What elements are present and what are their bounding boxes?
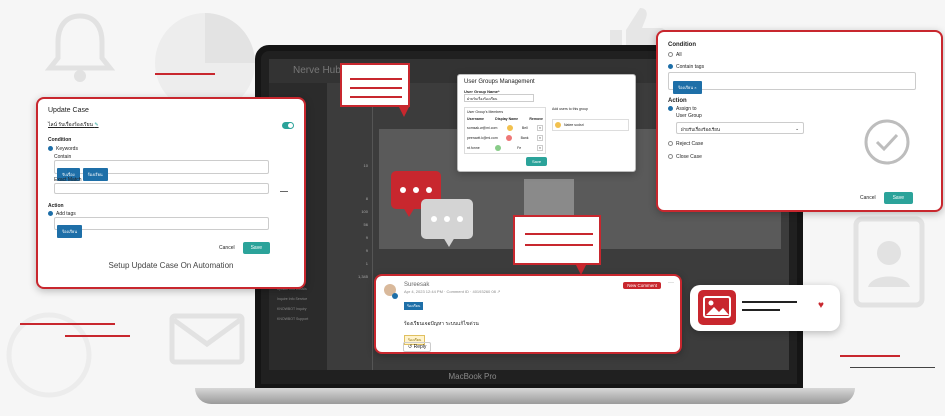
accent-line (850, 367, 935, 368)
section-label: Action (48, 203, 64, 209)
contain-tags-input[interactable]: รับเรื่อง ร้องเรียน (54, 160, 269, 181)
contain-tags-input[interactable]: ร้องเรียน × (668, 72, 916, 94)
remove-icon[interactable]: × (536, 135, 543, 141)
image-icon (698, 290, 736, 325)
tag-chip[interactable]: ร้องเรียน × (673, 81, 702, 94)
caption: Setup Update Case On Automation (108, 261, 234, 270)
avatar (555, 122, 561, 128)
assign-option[interactable]: Assign to (668, 106, 931, 112)
message-bubble (513, 215, 601, 265)
table-row: somsak.w@mi.com Bell × (467, 125, 543, 131)
heart-icon[interactable]: ♥ (818, 300, 824, 311)
update-case-card: Update Case ไลน์ รับเรื่องร้องเรียน ✎ Co… (36, 97, 306, 289)
table-row: nt.fonne Fe × (467, 145, 543, 151)
members-panel: User Group's Members Username Display Na… (464, 107, 546, 154)
table-row: peerawit.k@mi.com Bank × (467, 135, 543, 141)
list-items: Update Info Details Inquire Info Service… (277, 284, 308, 324)
col-header: Display Name (495, 117, 519, 121)
user-group-select[interactable]: ฝ่ายรับเรื่องร้องเรียน ⌄ (676, 122, 804, 134)
contact-book-icon (848, 215, 933, 315)
list-item[interactable]: KNOWBOT Inquiry (277, 304, 308, 314)
count-label: 8 (365, 196, 368, 201)
avatar (495, 145, 502, 151)
exact-match-input[interactable] (54, 183, 269, 194)
bubble-tail (398, 105, 410, 117)
add-users-label: Add users to this group (552, 107, 588, 111)
tag-chip[interactable]: ร้องเรียน (404, 302, 424, 310)
count-label: 9 (365, 235, 368, 240)
laptop-base (195, 388, 855, 404)
media-card: ♥ (690, 285, 840, 331)
remove-icon[interactable]: × (536, 125, 543, 131)
members-label: User Group's Members (467, 110, 504, 114)
keywords-option[interactable]: Keywords (48, 146, 294, 152)
cancel-button[interactable]: Cancel (860, 195, 876, 201)
count-label: 56 (363, 222, 368, 227)
condition-panel-card: Condition All Contain tags ร้องเรียน × A… (656, 30, 943, 212)
channel-badge-icon (392, 293, 398, 299)
save-button[interactable]: Save (883, 192, 913, 204)
list-item[interactable]: KNOWBOT Support (277, 314, 308, 324)
new-comment-badge: New Comment (623, 282, 661, 289)
comment-card: Sureesak Apr 4, 2023 12:44 PM · Comment … (374, 274, 682, 354)
bell-icon (40, 8, 120, 93)
group-name-input[interactable]: ฝ่ายรับเรื่องร้องเรียน (464, 94, 534, 102)
tag-chip[interactable]: ร้องเรียน (57, 225, 83, 238)
remove-icon[interactable]: × (536, 145, 543, 151)
section-label: Action (668, 98, 687, 104)
accent-line (65, 335, 130, 337)
user-groups-dialog: User Groups Management User Group Name* … (457, 74, 636, 172)
field-label: User Group Name* (464, 89, 500, 94)
avatar (506, 135, 513, 141)
edit-icon[interactable]: ✎ (94, 122, 98, 128)
list-item[interactable]: Inquire Info Service (277, 294, 308, 304)
placeholder-line (742, 309, 780, 311)
reply-button[interactable]: ↺ Reply (403, 342, 432, 352)
comment-meta: Apr 4, 2023 12:44 PM · Comment ID · 4019… (404, 289, 501, 294)
reply-icon: ↺ (408, 344, 413, 350)
accent-line (20, 323, 115, 325)
all-option[interactable]: All (668, 52, 931, 58)
mail-icon (168, 312, 248, 372)
count-label: 1,345 (357, 274, 368, 279)
count-label: 1 (365, 261, 368, 266)
dialog-title: User Groups Management (464, 79, 535, 85)
col-header: Remove (529, 117, 543, 121)
section-label: Condition (48, 137, 72, 143)
placeholder-line (742, 301, 797, 303)
accent-line (840, 355, 900, 357)
avatar (506, 125, 513, 131)
count-label: 9 (365, 248, 368, 253)
count-label: 100 (361, 209, 368, 214)
action-tags-input[interactable]: ร้องเรียน (54, 217, 269, 238)
rule-name[interactable]: ไลน์ รับเรื่องร้องเรียน ✎ (48, 121, 99, 129)
checkmark-icon (863, 118, 911, 171)
user-suggestion[interactable]: Natee sodsri (552, 119, 629, 131)
add-users-panel: Add users to this group Natee sodsri (552, 107, 629, 154)
list-panel (372, 83, 373, 370)
divider (280, 191, 288, 192)
card-title: Update Case (48, 107, 89, 114)
comment-text: ร้องเรียนเจอปัญหา ระบบแก้ไขด่วน (404, 321, 479, 327)
more-options-icon[interactable]: ··· (668, 280, 674, 286)
face-icon (4, 300, 94, 415)
message-bubble (340, 63, 410, 107)
section-label: Condition (668, 42, 696, 48)
external-link-icon[interactable]: ↗ (497, 289, 500, 294)
count-label: 10 (363, 163, 368, 168)
chat-dots-icon (421, 199, 473, 247)
contain-tags-option[interactable]: Contain tags (668, 64, 931, 70)
chevron-down-icon: ⌄ (795, 126, 799, 131)
laptop-brand-label: MacBook Pro (448, 372, 497, 381)
accent-line (155, 73, 215, 75)
tag-chip[interactable]: ร้องเรียน (82, 168, 108, 181)
save-button[interactable]: Save (526, 157, 548, 166)
col-header: Username (467, 117, 484, 121)
enable-toggle[interactable] (282, 121, 294, 129)
save-button[interactable]: Save (242, 242, 270, 254)
cancel-button[interactable]: Cancel (219, 245, 235, 251)
sidebar-numbers: 10 8 100 56 9 9 1 1,345 (354, 159, 368, 283)
